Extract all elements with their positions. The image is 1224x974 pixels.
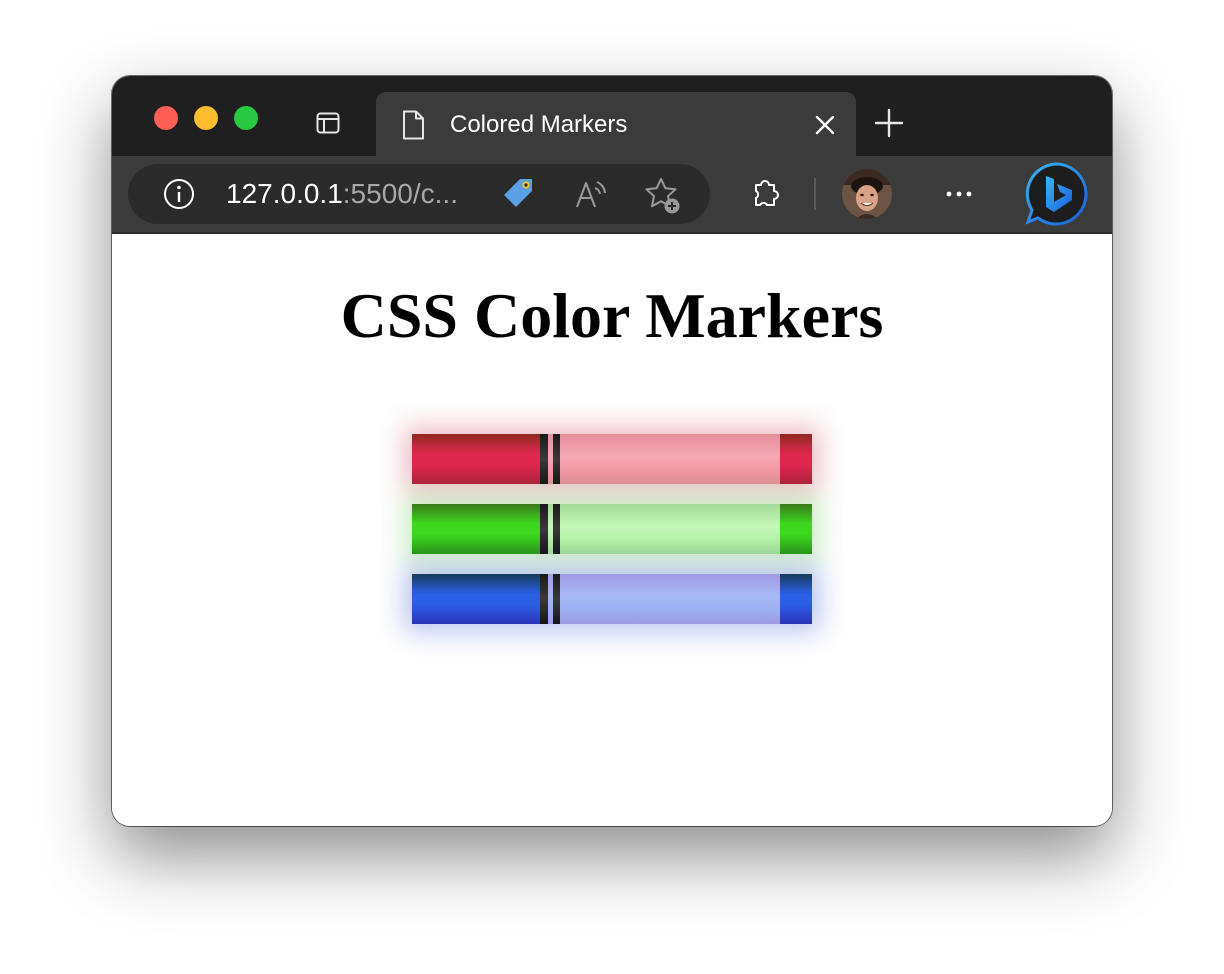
page-content: CSS Color Markers <box>112 234 1112 826</box>
url-path: :5500/c... <box>342 178 458 209</box>
url-text[interactable]: 127.0.0.1:5500/c... <box>226 178 458 210</box>
marker-band <box>553 504 560 554</box>
close-window-button[interactable] <box>154 106 178 130</box>
title-bar: Colored Markers <box>112 76 1112 156</box>
document-icon <box>403 110 424 140</box>
page-heading: CSS Color Markers <box>340 280 884 351</box>
url-host: 127.0.0.1 <box>226 178 343 209</box>
profile-avatar[interactable] <box>842 169 892 219</box>
plus-icon[interactable] <box>874 108 904 138</box>
browser-window: Colored Markers 127.0.0.1:5500/c... CSS … <box>112 76 1112 826</box>
add-favorite-icon[interactable] <box>644 176 684 216</box>
toolbar: 127.0.0.1:5500/c... <box>112 156 1112 234</box>
tab-title: Colored Markers <box>450 111 628 138</box>
marker-band <box>540 574 548 624</box>
sidebar-toggle-icon[interactable] <box>316 111 340 135</box>
info-icon[interactable] <box>163 178 195 210</box>
toolbar-divider <box>814 178 816 210</box>
more-options-icon[interactable] <box>944 186 974 202</box>
marker-tip <box>780 574 812 624</box>
marker-cap <box>560 574 780 624</box>
marker-green <box>412 504 812 554</box>
marker-band <box>553 434 560 484</box>
read-aloud-icon[interactable] <box>574 178 608 210</box>
marker-red <box>412 434 812 484</box>
maximize-window-button[interactable] <box>234 106 258 130</box>
price-tag-icon[interactable] <box>500 176 536 212</box>
marker-band <box>540 434 548 484</box>
marker-body <box>412 434 540 484</box>
marker-body <box>412 504 540 554</box>
marker-tip <box>780 434 812 484</box>
marker-cap <box>560 434 780 484</box>
marker-body <box>412 574 540 624</box>
marker-band <box>553 574 560 624</box>
marker-band <box>540 504 548 554</box>
marker-tip <box>780 504 812 554</box>
bing-chat-icon[interactable] <box>1024 162 1088 226</box>
address-bar[interactable]: 127.0.0.1:5500/c... <box>128 164 710 224</box>
minimize-window-button[interactable] <box>194 106 218 130</box>
extensions-icon[interactable] <box>748 176 782 210</box>
marker-cap <box>560 504 780 554</box>
marker-blue <box>412 574 812 624</box>
tab-colored-markers[interactable]: Colored Markers <box>376 92 856 156</box>
close-icon[interactable] <box>814 114 836 136</box>
